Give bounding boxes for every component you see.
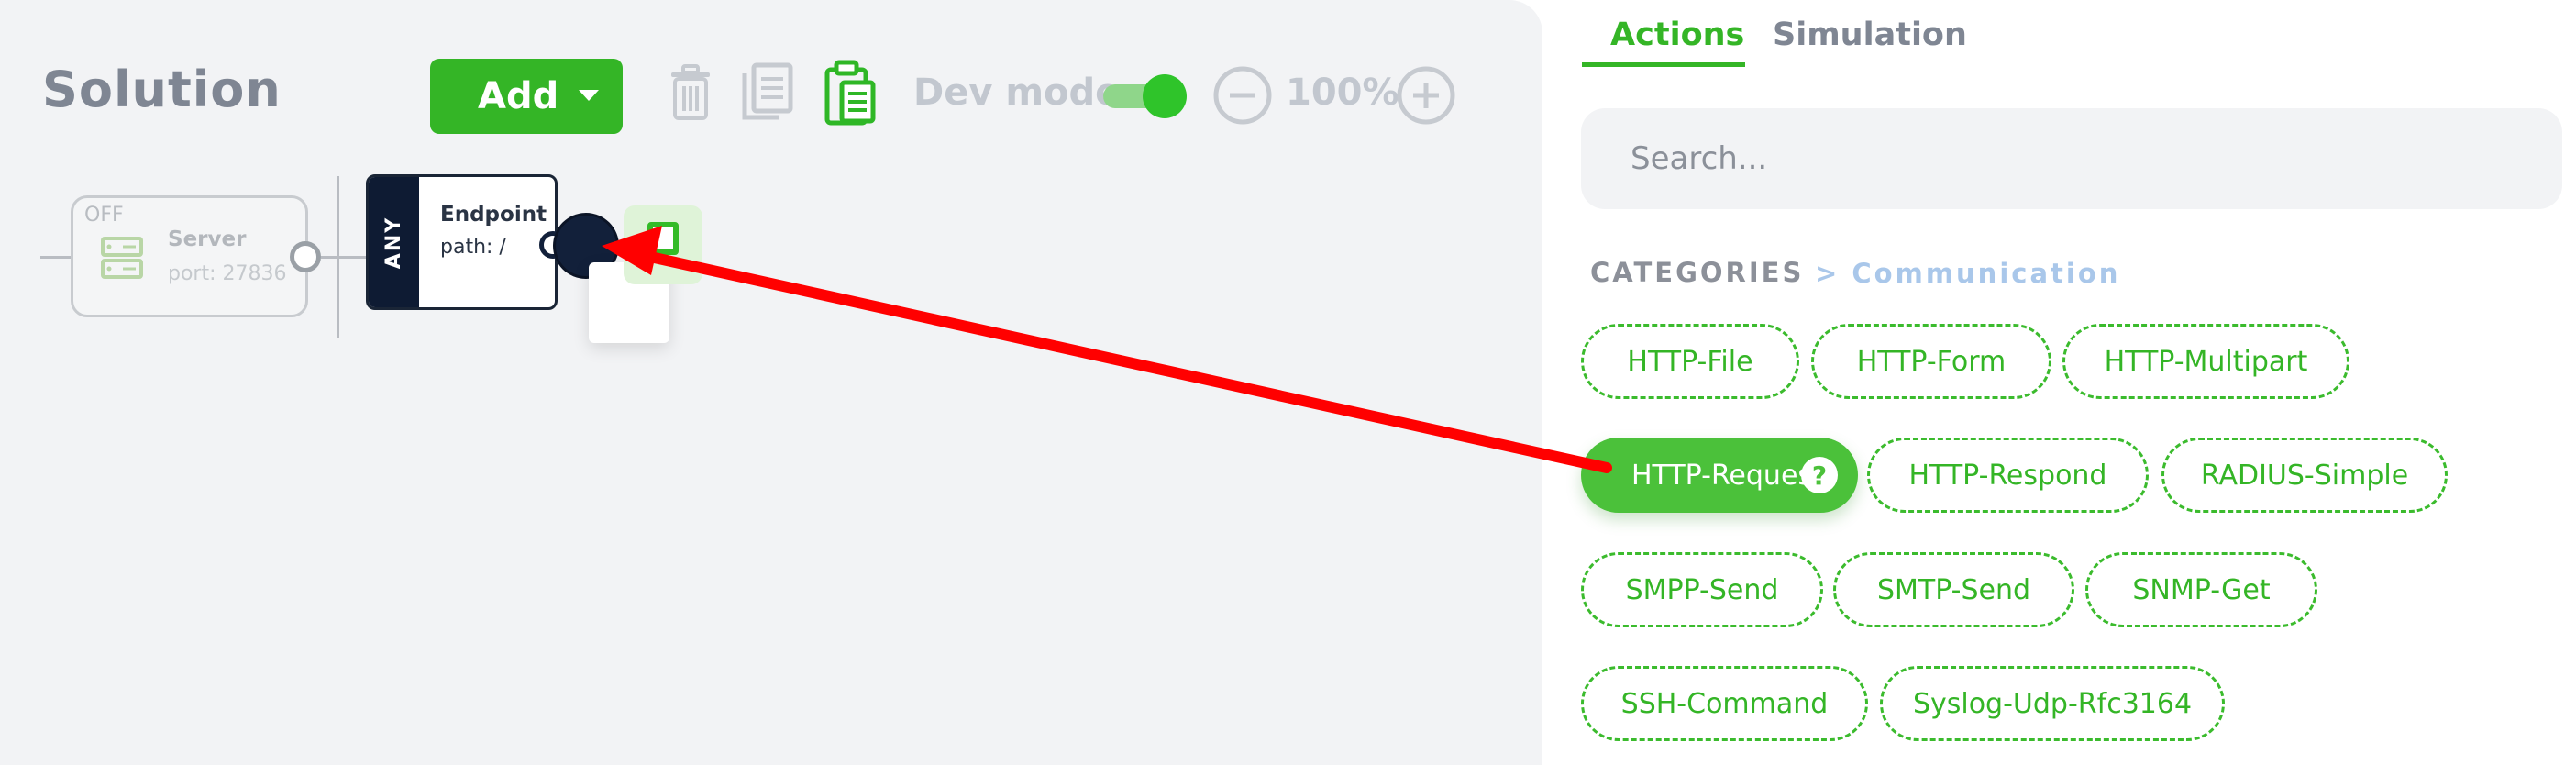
endpoint-method-bar: ANY — [369, 177, 419, 307]
page-title: Solution — [42, 61, 282, 118]
connector-line — [321, 256, 367, 259]
node-state: OFF — [84, 204, 124, 227]
chip-label: SMTP-Send — [1876, 573, 2031, 606]
help-icon[interactable]: ? — [1801, 457, 1838, 493]
devmode-label: Dev mode — [913, 72, 1121, 114]
tab-simulation[interactable]: Simulation — [1773, 17, 1967, 53]
chip-label: HTTP-Multipart — [2104, 345, 2308, 378]
action-chip[interactable]: RADIUS-Simple — [2161, 438, 2448, 513]
devmode-toggle[interactable] — [1103, 74, 1187, 118]
action-chip[interactable]: HTTP-Multipart — [2062, 324, 2349, 399]
chip-label: Syslog-Udp-Rfc3164 — [1912, 687, 2193, 720]
chip-label: RADIUS-Simple — [2200, 459, 2409, 492]
connector-line — [337, 176, 339, 338]
node-label: Server — [168, 227, 247, 251]
active-tab-indicator — [1582, 62, 1745, 67]
copy-icon[interactable] — [741, 62, 796, 127]
node-square-icon — [647, 222, 679, 255]
chip-label: SSH-Command — [1620, 687, 1829, 720]
action-chip[interactable]: Syslog-Udp-Rfc3164 — [1880, 666, 2225, 741]
search-input[interactable] — [1581, 108, 2562, 209]
chip-label: SNMP-Get — [2132, 573, 2271, 606]
chevron-down-icon — [579, 90, 599, 101]
chip-label: HTTP-Form — [1856, 345, 2007, 378]
server-node[interactable]: OFF Server port: 27836 — [71, 195, 308, 317]
solution-canvas[interactable]: Solution Add Dev mode 100% OFF Server po… — [0, 0, 1542, 765]
action-chip-active[interactable]: HTTP-Reques ? — [1581, 438, 1858, 513]
node-label: Endpoint — [440, 203, 547, 227]
action-chip[interactable]: HTTP-Respond — [1867, 438, 2149, 513]
node-path: path: / — [440, 236, 506, 259]
endpoint-method: ANY — [382, 216, 405, 269]
zoom-out-icon[interactable] — [1212, 65, 1273, 129]
zoom-level: 100% — [1286, 72, 1399, 114]
chip-label: HTTP-Respond — [1908, 459, 2107, 492]
trash-icon[interactable] — [668, 64, 713, 125]
endpoint-node[interactable]: ANY Endpoint path: / — [366, 174, 558, 310]
action-chip[interactable]: SMTP-Send — [1833, 552, 2074, 627]
add-button[interactable]: Add — [430, 59, 623, 134]
action-chip[interactable]: SMPP-Send — [1581, 552, 1823, 627]
drop-target-node[interactable] — [624, 205, 702, 284]
server-icon — [101, 237, 143, 284]
paste-clipboard-icon[interactable] — [824, 59, 877, 130]
zoom-in-icon[interactable] — [1396, 65, 1456, 129]
toggle-knob — [1143, 74, 1187, 118]
categories-label: CATEGORIES — [1590, 257, 1805, 288]
action-chip[interactable]: SNMP-Get — [2085, 552, 2317, 627]
action-chip[interactable]: HTTP-Form — [1811, 324, 2051, 399]
chip-label: SMPP-Send — [1625, 573, 1779, 606]
connector-line — [40, 256, 72, 259]
chip-label: HTTP-Reques — [1631, 459, 1813, 492]
server-output-port[interactable] — [290, 241, 321, 272]
action-chip[interactable]: SSH-Command — [1581, 666, 1868, 741]
chip-label: HTTP-File — [1627, 345, 1753, 378]
node-port: port: 27836 — [168, 262, 287, 285]
tab-actions[interactable]: Actions — [1610, 17, 1744, 53]
breadcrumb[interactable]: > Communication — [1815, 258, 2120, 289]
action-chip[interactable]: HTTP-File — [1581, 324, 1799, 399]
add-button-label: Add — [478, 75, 559, 117]
